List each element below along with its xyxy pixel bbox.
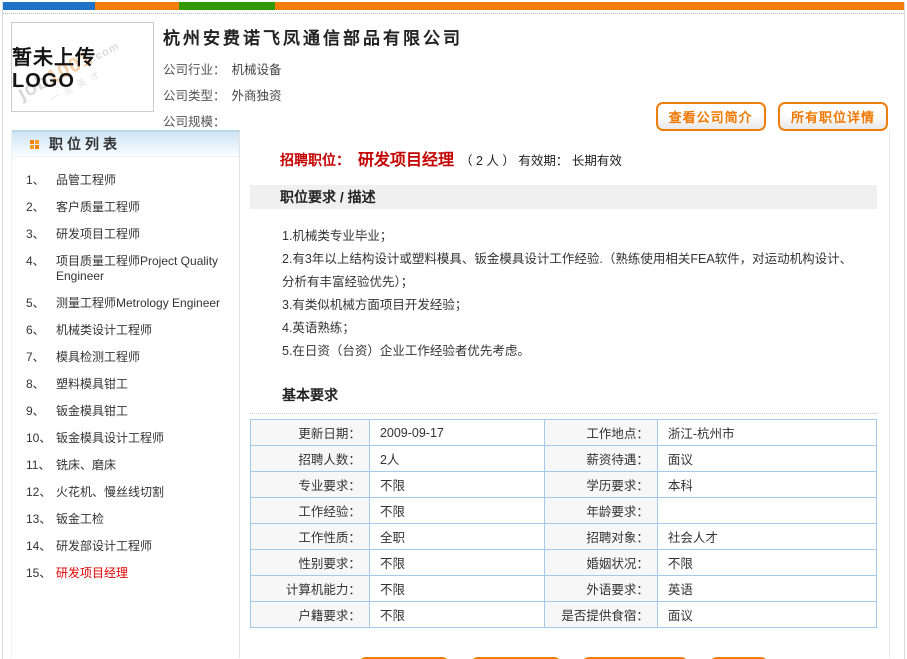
- job-link[interactable]: 项目质量工程师Project Quality Engineer: [56, 254, 233, 284]
- job-list-item[interactable]: 9、钣金模具钳工: [26, 398, 233, 425]
- table-row: 户籍要求：不限 是否提供食宿：面议: [251, 602, 877, 628]
- job-list-sidebar: 职位列表 1、品管工程师 2、客户质量工程师 3、研发项目工程师 4、项目质量工…: [11, 130, 240, 658]
- job-link-active[interactable]: 研发项目经理: [56, 566, 128, 581]
- job-link[interactable]: 客户质量工程师: [56, 200, 140, 215]
- table-row: 招聘人数：2人 薪资待遇：面议: [251, 446, 877, 472]
- job-list-item[interactable]: 12、火花机、慢丝线切割: [26, 479, 233, 506]
- job-list-item[interactable]: 14、研发部设计工程师: [26, 533, 233, 560]
- top-color-bar: [3, 2, 904, 10]
- job-list-item[interactable]: 2、客户质量工程师: [26, 194, 233, 221]
- headcount: （ 2 人 ）: [460, 154, 515, 168]
- company-type-value: 外商独资: [232, 89, 282, 103]
- job-list-item-active[interactable]: 15、研发项目经理: [26, 560, 233, 587]
- header-buttons: 查看公司简介 所有职位详情: [647, 102, 888, 131]
- company-size-label: 公司规模：: [163, 115, 226, 129]
- job-link[interactable]: 测量工程师Metrology Engineer: [56, 296, 220, 311]
- company-industry-row: 公司行业： 机械设备: [163, 57, 894, 83]
- job-link[interactable]: 铣床、磨床: [56, 458, 116, 473]
- job-list-item[interactable]: 4、项目质量工程师Project Quality Engineer: [26, 248, 233, 290]
- page: job1001.com 一览英才 暂未上传LOGO 杭州安费诺飞凤通信部品有限公…: [2, 2, 905, 659]
- grid-squares-icon: [30, 140, 39, 149]
- company-header: job1001.com 一览英才 暂未上传LOGO 杭州安费诺飞凤通信部品有限公…: [3, 14, 904, 126]
- requirements-text: 1.机械类专业毕业； 2.有3年以上结构设计或塑料模具、钣金模具设计工作经验.（…: [250, 209, 877, 363]
- topbar-segment-blue: [3, 2, 95, 10]
- basic-requirements-table: 更新日期：2009-09-17 工作地点：浙江-杭州市 招聘人数：2人 薪资待遇…: [250, 419, 877, 628]
- job-list-item[interactable]: 5、测量工程师Metrology Engineer: [26, 290, 233, 317]
- company-industry-label: 公司行业：: [163, 63, 226, 77]
- job-list-item[interactable]: 6、机械类设计工程师: [26, 317, 233, 344]
- content: 职位列表 1、品管工程师 2、客户质量工程师 3、研发项目工程师 4、项目质量工…: [3, 130, 904, 658]
- job-list-item[interactable]: 8、塑料模具钳工: [26, 371, 233, 398]
- requirement-line: 4.英语熟练；: [282, 317, 853, 340]
- job-link[interactable]: 品管工程师: [56, 173, 116, 188]
- table-row: 性别要求：不限 婚姻状况：不限: [251, 550, 877, 576]
- company-type-label: 公司类型：: [163, 89, 226, 103]
- table-row: 工作经验：不限 年龄要求：: [251, 498, 877, 524]
- job-title: 研发项目经理: [358, 152, 454, 169]
- job-detail-panel: 招聘职位： 研发项目经理 （ 2 人 ） 有效期： 长期有效 职位要求 / 描述 1…: [250, 130, 890, 658]
- requirement-line: 2.有3年以上结构设计或塑料模具、钣金模具设计工作经验.（熟练使用相关FEA软件…: [282, 248, 853, 294]
- requirements-section-header: 职位要求 / 描述: [250, 185, 877, 209]
- topbar-segment-green: [179, 2, 275, 10]
- company-logo-placeholder: job1001.com 一览英才 暂未上传LOGO: [11, 22, 154, 112]
- requirement-line: 3.有类似机械方面项目开发经验；: [282, 294, 853, 317]
- view-company-profile-button[interactable]: 查看公司简介: [656, 102, 766, 131]
- job-list-item[interactable]: 1、品管工程师: [26, 167, 233, 194]
- all-jobs-detail-button[interactable]: 所有职位详情: [778, 102, 888, 131]
- table-row: 计算机能力：不限 外语要求：英语: [251, 576, 877, 602]
- job-link[interactable]: 研发部设计工程师: [56, 539, 152, 554]
- job-link[interactable]: 研发项目工程师: [56, 227, 140, 242]
- recruiting-position-label: 招聘职位：: [280, 152, 350, 168]
- job-list-item[interactable]: 11、铣床、磨床: [26, 452, 233, 479]
- job-list-item[interactable]: 13、钣金工检: [26, 506, 233, 533]
- job-list-item[interactable]: 3、研发项目工程师: [26, 221, 233, 248]
- requirement-line: 5.在日资（台资）企业工作经验者优先考虑。: [282, 340, 853, 363]
- logo-placeholder-text: 暂未上传LOGO: [12, 41, 153, 93]
- job-link[interactable]: 机械类设计工程师: [56, 323, 152, 338]
- job-list: 1、品管工程师 2、客户质量工程师 3、研发项目工程师 4、项目质量工程师Pro…: [12, 157, 239, 587]
- job-link[interactable]: 塑料模具钳工: [56, 377, 128, 392]
- validity-label: 有效期：: [518, 154, 568, 168]
- job-link[interactable]: 火花机、慢丝线切割: [56, 485, 164, 500]
- validity-value: 长期有效: [572, 154, 622, 168]
- requirement-line: 1.机械类专业毕业；: [282, 225, 853, 248]
- job-link[interactable]: 钣金模具钳工: [56, 404, 128, 419]
- job-list-item[interactable]: 7、模具检测工程师: [26, 344, 233, 371]
- company-industry-value: 机械设备: [232, 63, 282, 77]
- job-title-line: 招聘职位： 研发项目经理 （ 2 人 ） 有效期： 长期有效: [250, 130, 877, 170]
- job-link[interactable]: 钣金工检: [56, 512, 104, 527]
- table-row: 更新日期：2009-09-17 工作地点：浙江-杭州市: [251, 420, 877, 446]
- job-list-title: 职位列表: [49, 134, 121, 154]
- basic-requirements-header: 基本要求: [250, 385, 877, 414]
- table-row: 专业要求：不限 学历要求：本科: [251, 472, 877, 498]
- job-link[interactable]: 钣金模具设计工程师: [56, 431, 164, 446]
- table-row: 工作性质：全职 招聘对象：社会人才: [251, 524, 877, 550]
- topbar-segment-orange-long: [275, 2, 904, 10]
- topbar-segment-orange: [95, 2, 179, 10]
- job-link[interactable]: 模具检测工程师: [56, 350, 140, 365]
- job-list-item[interactable]: 10、钣金模具设计工程师: [26, 425, 233, 452]
- company-name: 杭州安费诺飞凤通信部品有限公司: [163, 24, 894, 49]
